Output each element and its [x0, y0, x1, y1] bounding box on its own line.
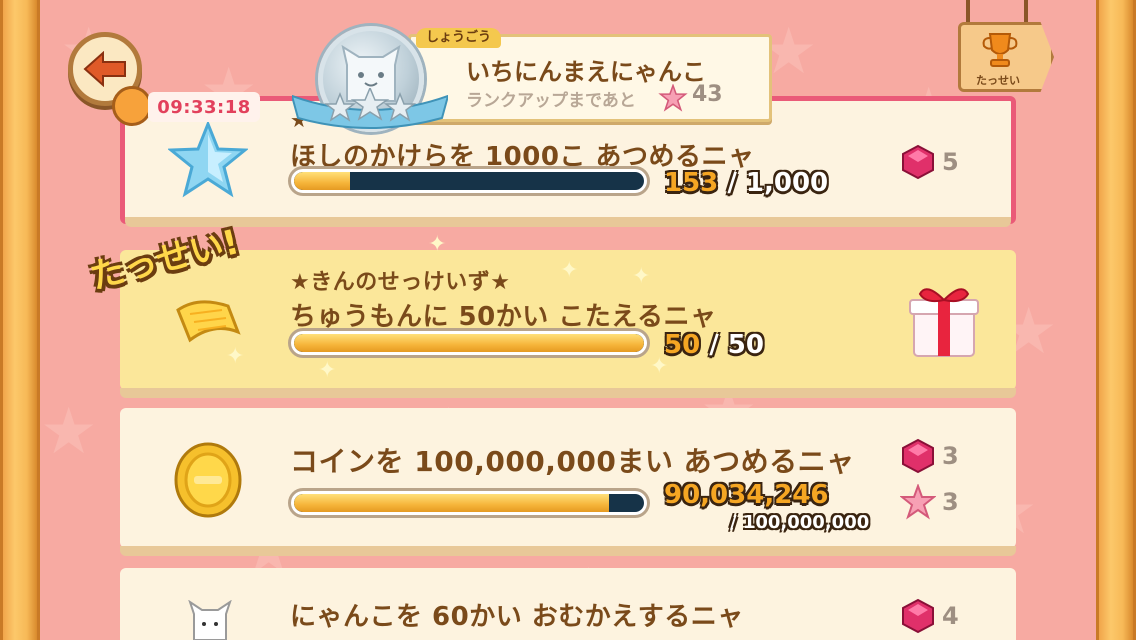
achievement-title: コインを 100,000,000まい あつめるニャ	[290, 445, 855, 478]
ruby-gem-icon	[902, 598, 934, 634]
sparkle-icon: ✦	[226, 344, 245, 369]
reward-count: 3	[942, 442, 959, 470]
progress-total: 1,000	[745, 168, 829, 198]
white-cat-icon	[188, 600, 232, 640]
progress-slash: /	[700, 330, 728, 360]
progress-track	[294, 334, 644, 352]
achievement-title: にゃんこを 60かい おむかえするニャ	[290, 602, 744, 632]
reward-count: 4	[942, 602, 959, 630]
back-arrow-icon	[83, 51, 126, 87]
progress-slash: /	[730, 512, 743, 533]
gold-coin-icon	[174, 442, 242, 518]
progress-count: 50 / 50	[664, 330, 764, 360]
progress-count: 153 / 1,000	[664, 168, 828, 198]
progress-current: 153	[664, 168, 719, 198]
sparkle-icon: ✦	[632, 264, 651, 289]
pink-star-icon	[658, 84, 688, 112]
progress-current-count: 90,034,246	[664, 480, 829, 510]
progress-current: 50	[664, 330, 701, 360]
right-wood-frame	[1096, 0, 1136, 640]
medal-ribbon	[292, 88, 448, 129]
sparkle-icon: ✦	[560, 258, 579, 283]
progress-bar	[288, 488, 650, 518]
gold-blueprint-icon	[176, 300, 241, 343]
rank-name: いちにんまえにゃんこ	[466, 58, 706, 86]
progress-fill	[294, 334, 644, 352]
progress-bar	[288, 166, 650, 196]
progress-fill	[294, 172, 350, 190]
gift-box-icon[interactable]	[906, 280, 982, 360]
timer-badge: 09:33:18	[148, 92, 260, 122]
achievement-subtitle: ★きんのせっけいず★	[290, 270, 511, 295]
progress-total-count: / 100,000,000	[730, 512, 869, 533]
rank-next-count: 43	[692, 82, 723, 107]
clock-icon	[112, 86, 152, 126]
trophy-icon	[982, 33, 1018, 67]
progress-fill	[294, 494, 609, 512]
sparkle-icon: ✦	[650, 354, 669, 379]
card-edge	[125, 217, 1011, 227]
ruby-gem-icon	[902, 144, 934, 180]
progress-slash: /	[718, 168, 746, 198]
progress-total: 50	[727, 330, 764, 360]
pink-star-icon	[900, 484, 936, 520]
reward-count: 5	[942, 148, 959, 176]
card-edge	[120, 388, 1016, 398]
rank-next-label: ランクアップまであと	[466, 91, 636, 111]
sparkle-icon: ✦	[428, 232, 447, 257]
reward-count: 3	[942, 488, 959, 516]
left-wood-frame	[0, 0, 40, 640]
progress-track	[294, 172, 644, 190]
sparkle-icon: ✦	[318, 358, 337, 383]
background-star-icon: ★	[40, 395, 98, 469]
progress-track	[294, 494, 644, 512]
card-edge	[120, 546, 1016, 556]
blue-star-icon	[168, 120, 248, 198]
progress-bar	[288, 328, 650, 358]
progress-total: 100,000,000	[742, 512, 870, 533]
trophy-sign-label: たっせい	[976, 74, 1020, 87]
rank-tag: しょうごう	[416, 28, 502, 48]
ruby-gem-icon	[902, 438, 934, 474]
